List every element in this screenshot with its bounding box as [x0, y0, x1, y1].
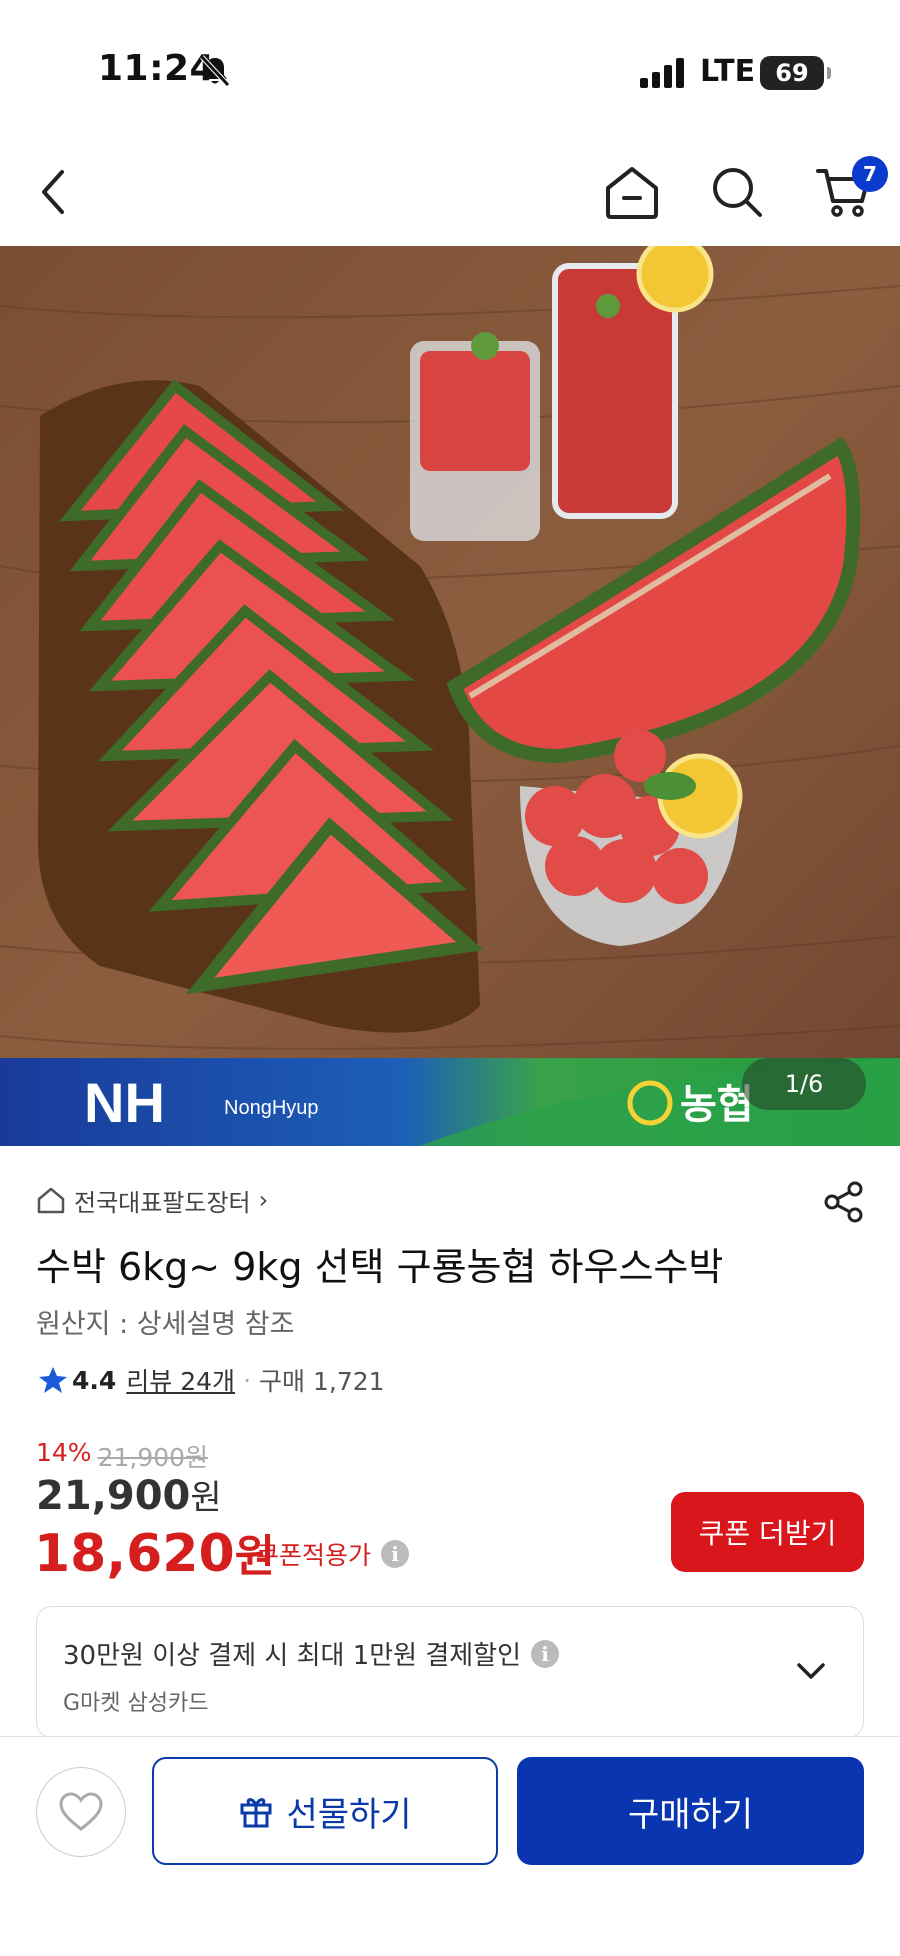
gift-icon [240, 1798, 272, 1828]
signal-icon [640, 58, 684, 88]
share-icon [824, 1181, 863, 1223]
product-title: 수박 6kg~ 9kg 선택 구룡농협 하우스수박 [36, 1245, 724, 1289]
card-discount-main: 30만원 이상 결제 시 최대 1만원 결제할인 i [63, 1635, 560, 1672]
original-price: 21,900원 [97, 1443, 209, 1472]
coupon-price-number: 18,620 [34, 1524, 235, 1584]
card-discount-sub: G마켓 삼성카드 [63, 1691, 209, 1716]
product-image-carousel[interactable]: NH NongHyup 농협 [0, 246, 900, 1146]
product-origin: 원산지 : 상세설명 참조 [36, 1309, 295, 1340]
brand-left-sub: NongHyup [224, 1097, 319, 1119]
app-header [0, 140, 900, 246]
discount-row: 14% 21,900원 [36, 1438, 208, 1474]
card-discount-text: 30만원 이상 결제 시 최대 1만원 결제할인 [63, 1641, 522, 1671]
gift-button-label: 선물하기 [286, 1794, 412, 1835]
back-button[interactable] [22, 160, 86, 224]
review-link[interactable]: 리뷰 24개 [126, 1362, 235, 1398]
separator-dot: · [243, 1365, 252, 1395]
search-button[interactable] [705, 160, 769, 224]
sale-price-number: 21,900 [36, 1473, 191, 1519]
coupon-note-label: 쿠폰적용가 [256, 1541, 372, 1570]
heart-icon [59, 1792, 103, 1831]
coupon-price: 18,620 원 [34, 1520, 275, 1584]
chevron-right-icon: › [258, 1186, 269, 1214]
wishlist-button[interactable] [36, 1767, 126, 1857]
battery-indicator: 69 [760, 56, 831, 90]
star-icon [39, 1367, 67, 1393]
home-button[interactable] [600, 160, 664, 224]
bottom-action-bar: 선물하기 구매하기 [0, 1736, 900, 1956]
brand-left-logo: NH [84, 1071, 165, 1134]
sale-price-unit: 원 [190, 1478, 222, 1518]
rating-row: 4.4 리뷰 24개 · 구매 1,721 [38, 1362, 385, 1398]
discount-percent: 14% [36, 1438, 92, 1467]
network-label: LTE [700, 54, 756, 89]
rating-score: 4.4 [72, 1365, 117, 1395]
cart-count-badge: 7 [852, 156, 888, 192]
product-image: NH NongHyup 농협 [0, 246, 900, 1146]
share-button[interactable] [816, 1174, 872, 1230]
sale-price: 21,900원 [36, 1470, 222, 1519]
gift-button[interactable]: 선물하기 [152, 1757, 498, 1865]
buy-button[interactable]: 구매하기 [517, 1757, 864, 1865]
status-bar: 11:24 LTE 69 [0, 0, 900, 140]
carousel-page-indicator: 1/6 [742, 1058, 866, 1110]
shop-link[interactable]: 전국대표팔도장터 › [36, 1180, 268, 1220]
search-icon [713, 168, 762, 217]
coupon-note: 쿠폰적용가 i [256, 1536, 410, 1572]
info-icon[interactable]: i [531, 1639, 560, 1668]
chevron-down-icon [797, 1663, 825, 1679]
chevron-left-icon [42, 170, 64, 214]
card-discount-banner[interactable]: 30만원 이상 결제 시 최대 1만원 결제할인 i G마켓 삼성카드 [36, 1606, 864, 1738]
bell-muted-icon [200, 55, 230, 87]
home-icon [606, 167, 658, 219]
home-icon [37, 1187, 65, 1214]
get-more-coupons-button[interactable]: 쿠폰 더받기 [671, 1492, 864, 1572]
shop-name: 전국대표팔도장터 [74, 1188, 251, 1217]
purchase-count: 구매 1,721 [259, 1367, 385, 1396]
info-icon[interactable]: i [381, 1540, 410, 1568]
